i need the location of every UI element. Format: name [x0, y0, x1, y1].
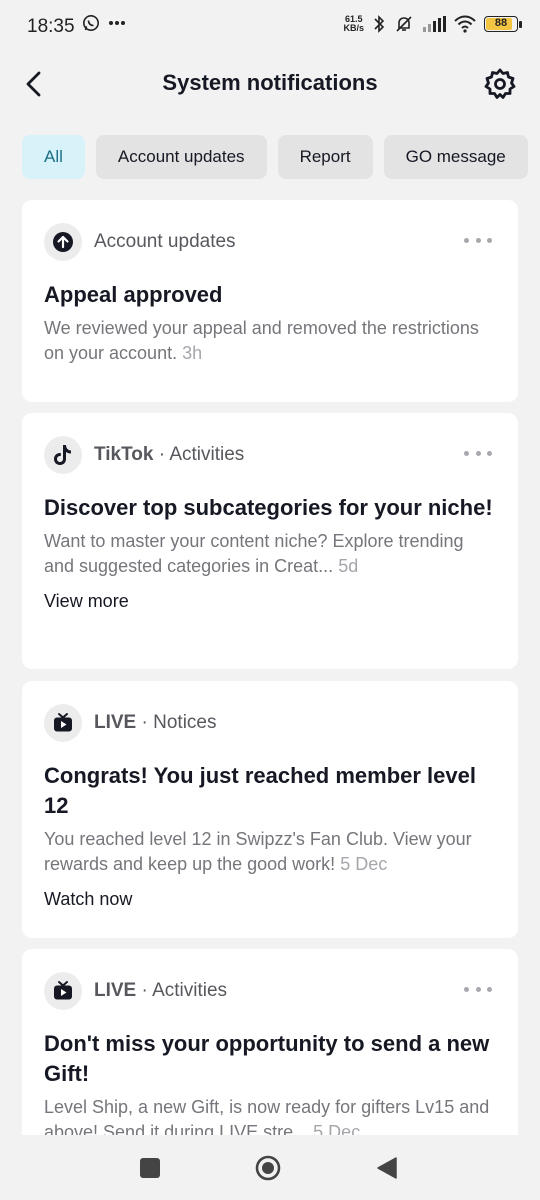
status-time: 18:35 — [27, 16, 75, 37]
chip-report[interactable]: Report — [277, 135, 373, 179]
upload-arrow-icon — [53, 232, 73, 252]
status-bar: 18:35 61.5 KB/s 88 — [0, 0, 540, 56]
tiktok-icon — [54, 445, 71, 465]
card-title: Appeal approved — [44, 282, 223, 307]
system-back-button[interactable] — [374, 1155, 400, 1181]
notification-card[interactable]: Account updates Appeal approved We revie… — [22, 200, 518, 402]
card-time: 3h — [182, 343, 203, 363]
card-body: You reached level 12 in Swipzz's Fan Clu… — [44, 829, 472, 874]
card-title: Congrats! You just reached member level … — [44, 763, 476, 818]
card-source: LIVE · Activities — [94, 980, 228, 1001]
card-time: 5 Dec — [313, 1122, 361, 1135]
notification-card[interactable]: LIVE · Notices Congrats! You just reache… — [22, 681, 518, 938]
battery-level: 88 — [494, 17, 508, 29]
page-title: System notifications — [162, 70, 378, 95]
chip-all[interactable]: All — [22, 135, 85, 179]
mute-icon — [396, 16, 412, 32]
whatsapp-icon — [83, 15, 99, 31]
card-body: Level Ship, a new Gift, is now ready for… — [44, 1095, 496, 1135]
watch-now-link[interactable]: Watch now — [44, 889, 132, 910]
bluetooth-icon — [374, 15, 385, 33]
card-source: TikTok · Activities — [94, 444, 245, 465]
signal-icon — [423, 16, 446, 32]
card-time: 5 Dec — [340, 854, 388, 874]
header-bar: System notifications — [0, 56, 540, 112]
card-body: Want to master your content niche? Explo… — [44, 531, 464, 576]
chip-account-updates[interactable]: Account updates — [95, 135, 267, 179]
more-options-button[interactable] — [464, 443, 492, 463]
recents-button[interactable] — [140, 1158, 160, 1178]
card-source: Account updates — [94, 231, 236, 252]
notification-card[interactable]: LIVE · Activities Don't miss your opport… — [22, 949, 518, 1135]
notification-feed: Account updates Appeal approved We revie… — [22, 200, 518, 1135]
card-body: We reviewed your appeal and removed the … — [44, 318, 479, 363]
battery-icon: 88 — [484, 16, 522, 32]
card-source: LIVE · Notices — [94, 712, 217, 733]
card-time: 5d — [338, 556, 359, 576]
more-options-button[interactable] — [464, 230, 492, 250]
live-tv-icon — [54, 981, 72, 1000]
notification-card[interactable]: TikTok · Activities Discover top subcate… — [22, 413, 518, 669]
gear-icon — [484, 68, 516, 99]
card-title: Don't miss your opportunity to send a ne… — [44, 1031, 490, 1086]
more-options-button[interactable] — [464, 979, 492, 999]
net-speed: 61.5 KB/s — [343, 14, 364, 33]
live-tv-icon — [54, 713, 72, 732]
settings-button[interactable] — [482, 66, 518, 102]
system-nav-bar — [0, 1136, 540, 1200]
wifi-icon — [454, 15, 476, 33]
filter-chips: All Account updates Report GO message — [22, 135, 540, 179]
card-title: Discover top subcategories for your nich… — [44, 495, 493, 520]
chip-go-message[interactable]: GO message — [383, 135, 528, 179]
view-more-link[interactable]: View more — [44, 591, 129, 612]
more-dots-icon — [109, 21, 125, 25]
home-button[interactable] — [255, 1155, 281, 1181]
